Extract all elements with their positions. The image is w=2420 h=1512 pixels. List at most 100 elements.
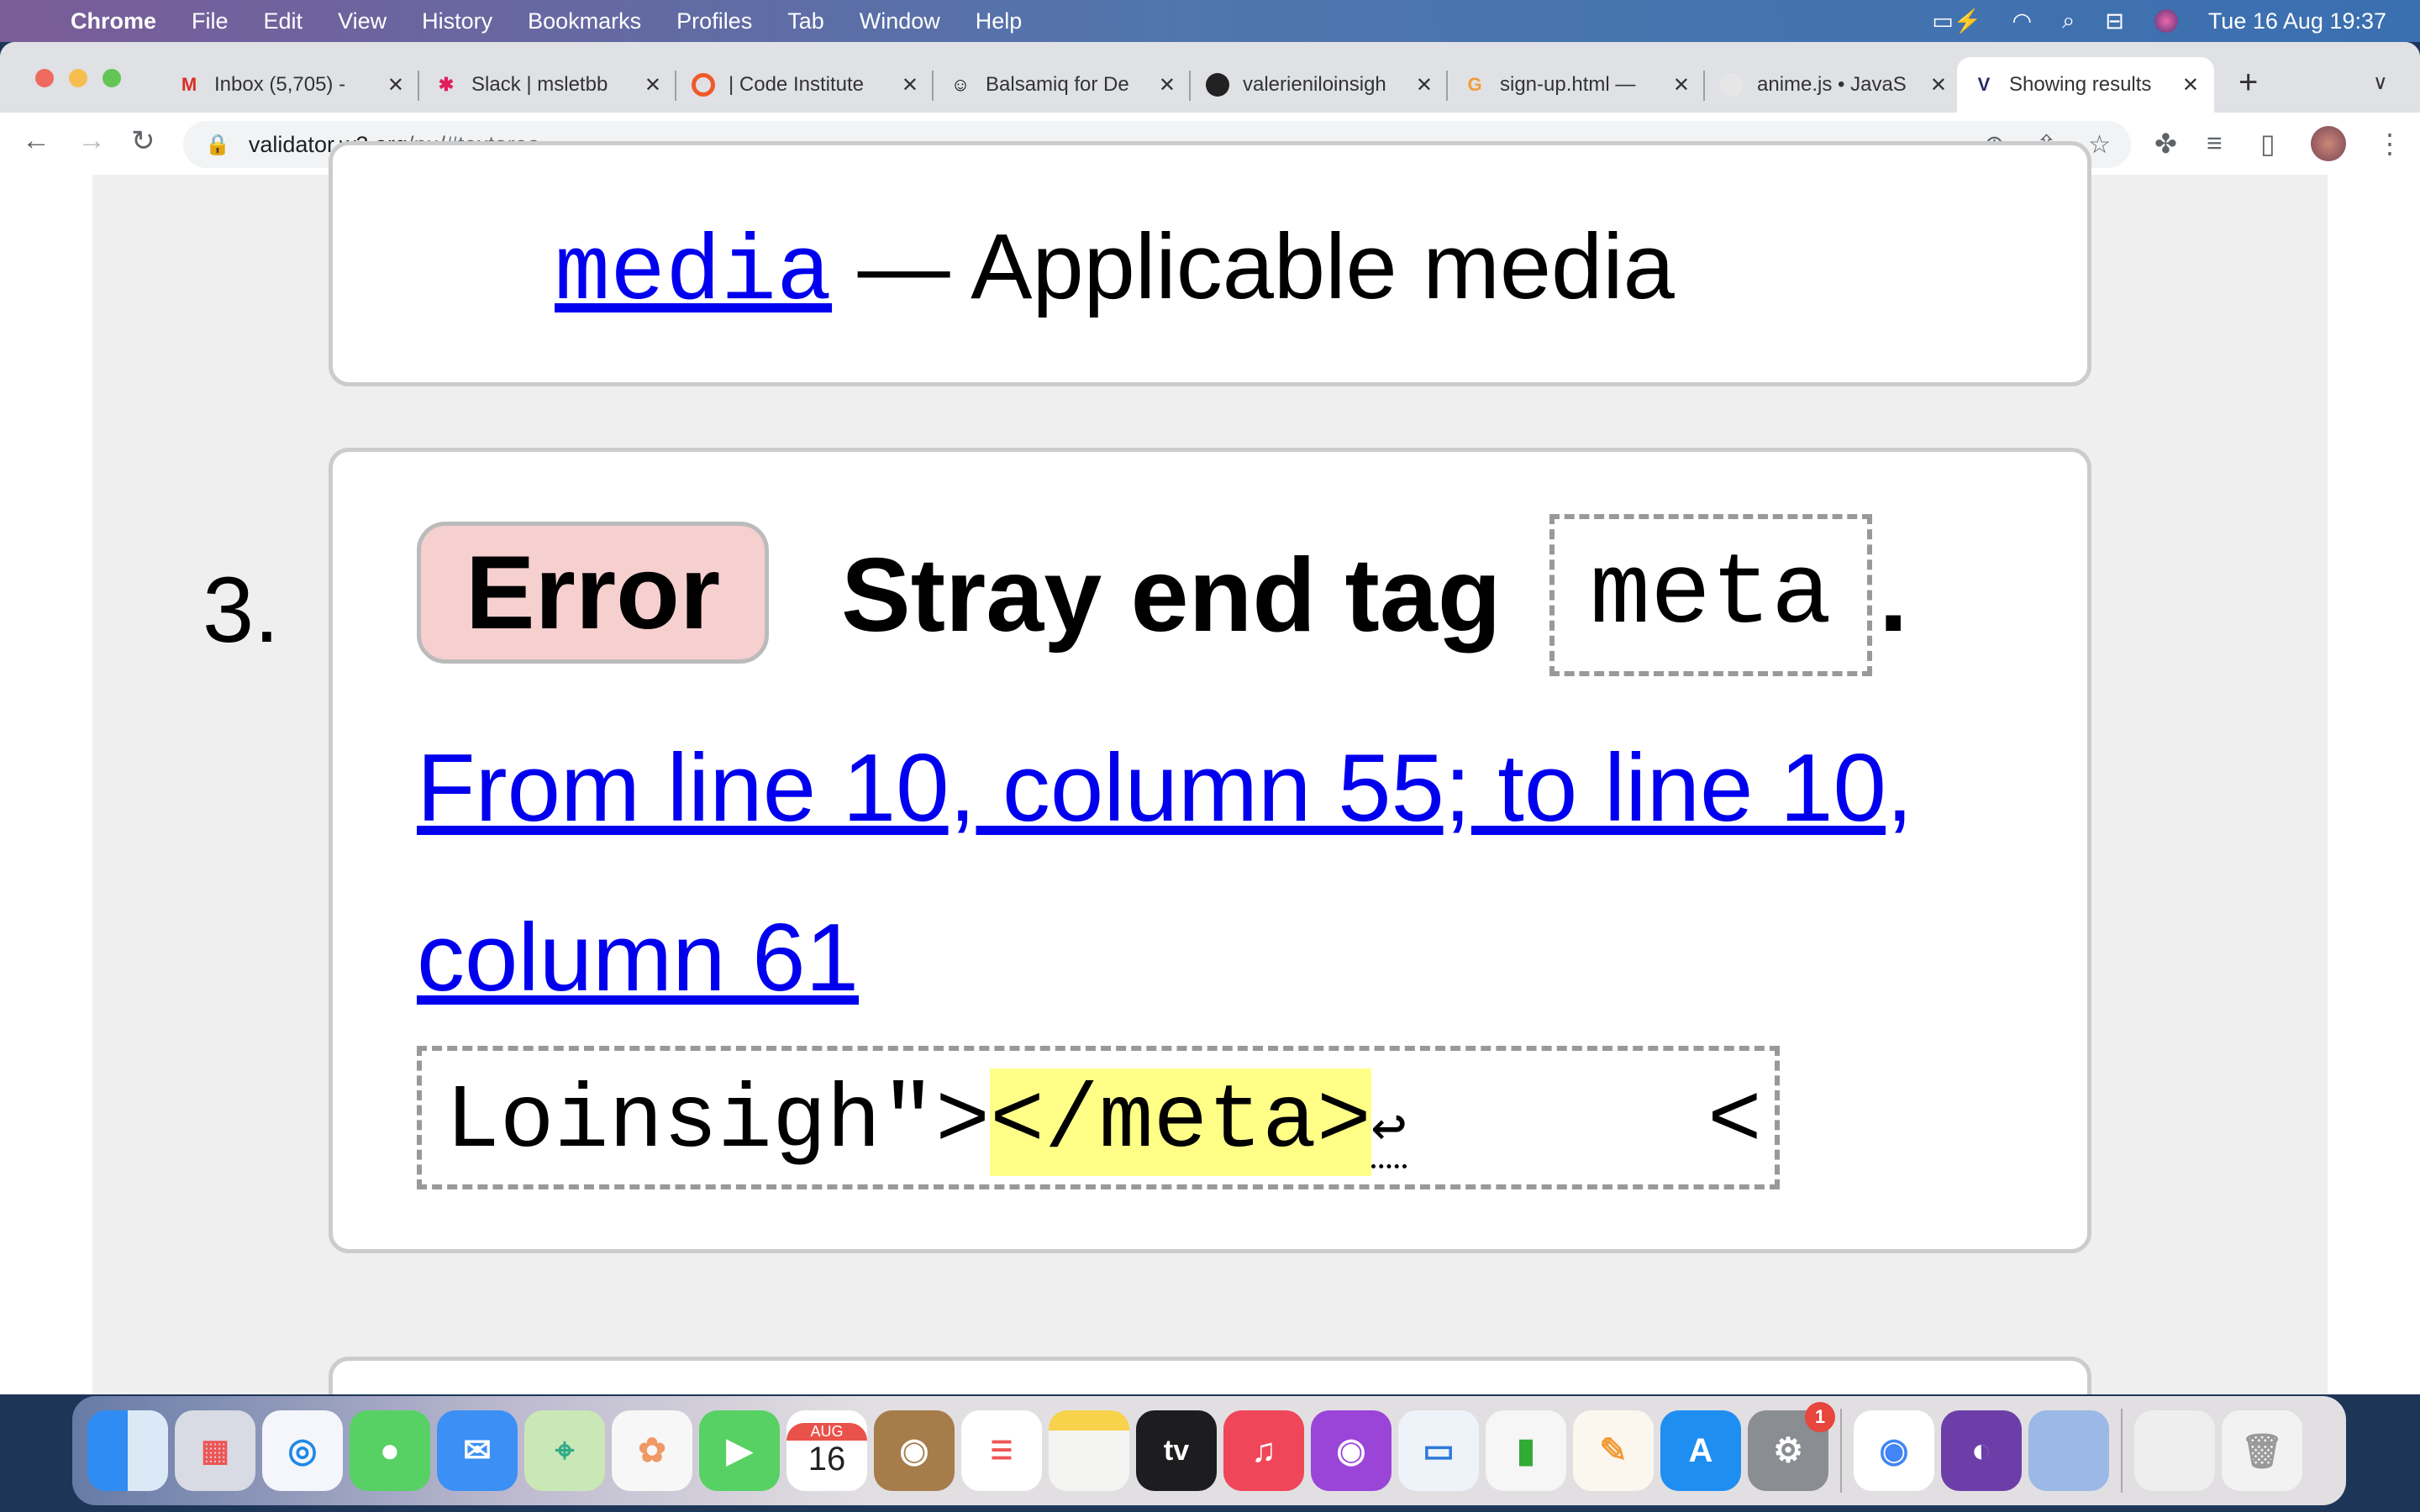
close-tab-icon[interactable]: ✕: [644, 73, 661, 97]
dock: ▦ ◎ ● ✉ ⌖ ✿ ▶ AUG 16 ◉ ☰ tv ♫ ◉ ▭ ▮ ✎ A ⚙…: [72, 1396, 2346, 1505]
close-tab-icon[interactable]: ✕: [2182, 73, 2199, 97]
spotlight-search-icon[interactable]: ⌕: [2062, 8, 2075, 34]
menu-app-chrome[interactable]: Chrome: [71, 8, 156, 34]
attribute-description: — Applicable media: [857, 215, 1675, 318]
location-link-continued[interactable]: column 61: [417, 905, 859, 1011]
tv-label: tv: [1163, 1434, 1190, 1467]
podcasts-icon[interactable]: ◉: [1311, 1410, 1392, 1491]
close-tab-icon[interactable]: ✕: [387, 73, 404, 97]
siri-icon[interactable]: [2154, 9, 2178, 33]
system-preferences-icon[interactable]: ⚙ 1: [1748, 1402, 1835, 1491]
launchpad-icon[interactable]: ▦: [175, 1410, 255, 1491]
tab-slack[interactable]: ✱ Slack | msletbb ✕: [419, 57, 676, 113]
reminders-icon[interactable]: ☰: [961, 1410, 1042, 1491]
apple-tv-icon[interactable]: tv: [1136, 1410, 1217, 1491]
finder-icon[interactable]: [87, 1410, 168, 1491]
tab-title: Slack | msletbb: [471, 73, 608, 96]
keynote-icon[interactable]: ▭: [1398, 1410, 1479, 1491]
close-tab-icon[interactable]: ✕: [1159, 73, 1176, 97]
control-center-icon[interactable]: ⊟: [2105, 8, 2124, 34]
menu-bookmarks[interactable]: Bookmarks: [528, 8, 641, 34]
minimize-window-button[interactable]: [69, 69, 87, 87]
calendar-month: AUG: [786, 1423, 867, 1441]
notification-badge: 1: [1805, 1402, 1835, 1432]
preview-icon[interactable]: [2028, 1410, 2109, 1491]
back-button[interactable]: ←: [22, 124, 50, 157]
extract-tail: <: [1707, 1071, 1762, 1173]
tab-validator-active[interactable]: V Showing results ✕: [1957, 57, 2214, 113]
trash-icon[interactable]: 🗑: [2222, 1410, 2302, 1491]
photos-icon[interactable]: ✿: [612, 1410, 692, 1491]
tab-animejs[interactable]: anime.js • JavaS ✕: [1705, 57, 1962, 113]
element-code: meta: [1549, 514, 1872, 676]
w3c-validator-icon: V: [1977, 74, 1991, 95]
menu-profiles[interactable]: Profiles: [676, 8, 752, 34]
media-attribute-link[interactable]: media: [555, 222, 832, 327]
menu-window[interactable]: Window: [860, 8, 940, 34]
close-tab-icon[interactable]: ✕: [1416, 73, 1433, 97]
tab-search-chevron-down-icon[interactable]: ∨: [2373, 71, 2388, 95]
github-desktop-icon[interactable]: ◐: [1941, 1410, 2022, 1491]
close-tab-icon[interactable]: ✕: [1673, 73, 1690, 97]
calendar-icon[interactable]: AUG 16: [786, 1410, 867, 1491]
pages-icon[interactable]: ✎: [1573, 1410, 1654, 1491]
extensions-puzzle-icon[interactable]: ✤: [2154, 128, 2177, 160]
lock-icon[interactable]: 🔒: [205, 133, 230, 157]
github-icon: [1206, 73, 1229, 97]
chrome-window: M Inbox (5,705) - ✕ ✱ Slack | msletbb ✕ | C…: [0, 42, 2420, 1394]
wifi-icon[interactable]: ◠: [2012, 8, 2033, 34]
extract-before: Loinsigh">: [445, 1071, 991, 1173]
bookmark-star-icon[interactable]: ☆: [2088, 130, 2111, 160]
contacts-icon[interactable]: ◉: [874, 1410, 955, 1491]
balsamiq-icon: ☺: [950, 74, 971, 95]
tab-gitpod[interactable]: Gsign-up.html — ✕: [1448, 57, 1705, 113]
profile-avatar[interactable]: [2311, 126, 2346, 161]
facetime-icon[interactable]: ▶: [699, 1410, 780, 1491]
music-icon[interactable]: ♫: [1223, 1410, 1304, 1491]
tab-gmail[interactable]: M Inbox (5,705) - ✕: [162, 57, 419, 113]
app-store-icon[interactable]: A: [1660, 1410, 1741, 1491]
code-extract: Loinsigh"></meta>↩ <: [417, 1046, 1780, 1189]
media-control-icon[interactable]: ≡: [2207, 128, 2223, 159]
close-tab-icon[interactable]: ✕: [1930, 73, 1947, 97]
menu-history[interactable]: History: [422, 8, 492, 34]
menu-view[interactable]: View: [338, 8, 387, 34]
menu-file[interactable]: File: [192, 8, 229, 34]
menu-tab[interactable]: Tab: [787, 8, 824, 34]
tab-github[interactable]: valerieniloinsigh ✕: [1191, 57, 1448, 113]
mail-icon[interactable]: ✉: [437, 1410, 518, 1491]
clock[interactable]: Tue 16 Aug 19:37: [2208, 8, 2386, 34]
error-message-box: 3. Error Stray end tag meta . From line …: [203, 448, 2091, 1253]
forward-button[interactable]: →: [77, 124, 106, 157]
close-window-button[interactable]: [35, 69, 54, 87]
chrome-icon[interactable]: ◉: [1854, 1410, 1934, 1491]
side-panel-icon[interactable]: ▯: [2260, 128, 2275, 160]
tab-title: | Code Institute: [729, 73, 864, 96]
more-menu-icon[interactable]: ⋮: [2376, 128, 2403, 160]
battery-icon[interactable]: ▭⚡: [1932, 8, 1981, 34]
reload-button[interactable]: ↻: [131, 124, 155, 158]
tab-title: sign-up.html —: [1500, 73, 1636, 96]
location-link[interactable]: From line 10, column 55; to line 10,: [417, 735, 1913, 842]
close-tab-icon[interactable]: ✕: [902, 73, 918, 97]
zoom-window-button[interactable]: [103, 69, 121, 87]
menu-edit[interactable]: Edit: [264, 8, 303, 34]
messages-icon[interactable]: ●: [350, 1410, 430, 1491]
line-break-icon: ↩: [1370, 1098, 1407, 1168]
safari-icon[interactable]: ◎: [262, 1410, 343, 1491]
tab-title: anime.js • JavaS: [1757, 73, 1907, 96]
maps-icon[interactable]: ⌖: [524, 1410, 605, 1491]
page-content: media — Applicable media 3. Error Stray …: [0, 141, 2420, 1394]
tab-code-institute[interactable]: | Code Institute ✕: [676, 57, 934, 113]
downloads-stack-icon[interactable]: [2134, 1410, 2215, 1491]
dock-separator: [1840, 1409, 1842, 1493]
notes-icon[interactable]: [1049, 1410, 1129, 1491]
new-tab-button[interactable]: +: [2238, 64, 2258, 102]
menu-help[interactable]: Help: [976, 8, 1023, 34]
dock-separator: [2121, 1409, 2123, 1493]
menu-bar: Chrome File Edit View History Bookmarks …: [0, 0, 2420, 42]
numbers-icon[interactable]: ▮: [1486, 1410, 1566, 1491]
next-message-box: [329, 1357, 2091, 1394]
tab-balsamiq[interactable]: ☺ Balsamiq for De ✕: [934, 57, 1191, 113]
slack-icon: ✱: [438, 74, 455, 95]
